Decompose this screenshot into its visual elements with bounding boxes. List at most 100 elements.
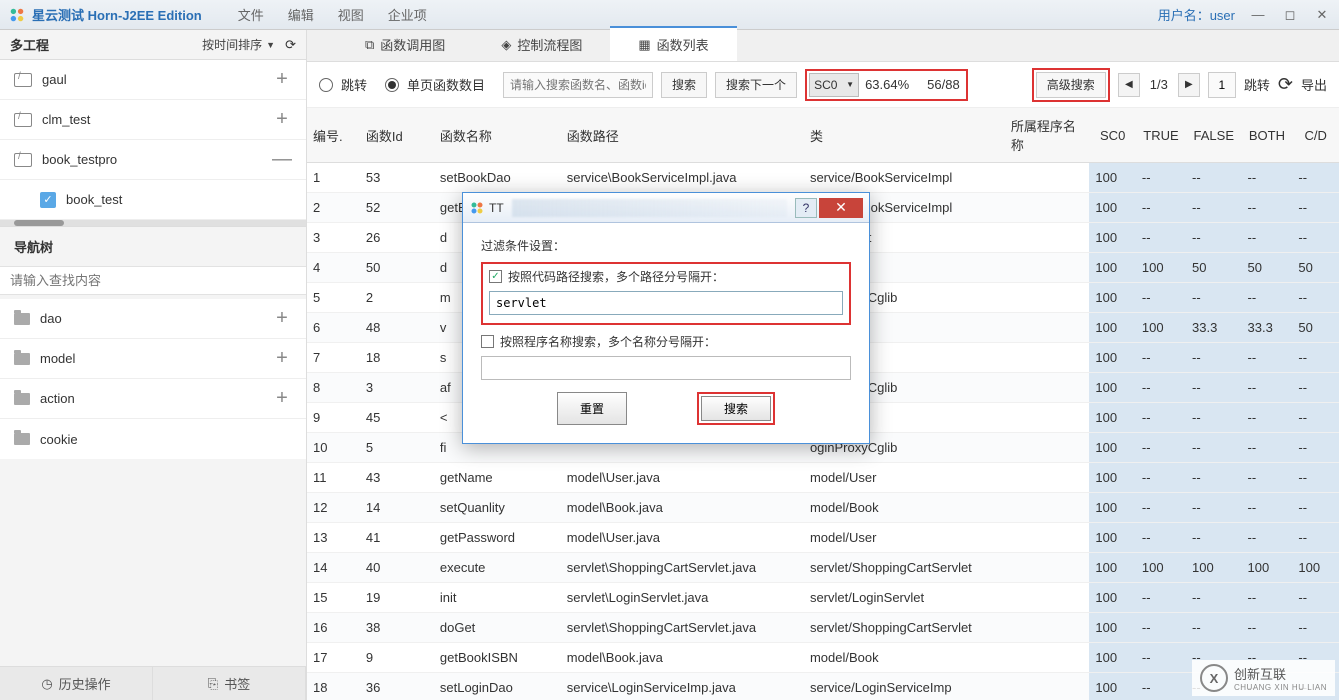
reset-button[interactable]: 重置 bbox=[557, 392, 627, 425]
tree-item[interactable]: dao + bbox=[0, 299, 306, 339]
col-num[interactable]: 编号. bbox=[307, 108, 360, 163]
adv-search-highlight: 高级搜索 bbox=[1032, 68, 1110, 102]
dialog-search-button[interactable]: 搜索 bbox=[701, 396, 771, 421]
project-icon bbox=[14, 153, 32, 167]
folder-icon bbox=[14, 433, 30, 445]
table-row[interactable]: 1341getPasswordmodel\User.javamodel/User… bbox=[307, 523, 1339, 553]
search-button[interactable]: 搜索 bbox=[661, 72, 707, 98]
navtree-title: 导航树 bbox=[0, 226, 306, 262]
tree-label: action bbox=[40, 391, 75, 406]
col-path[interactable]: 函数路径 bbox=[561, 108, 804, 163]
adv-search-button[interactable]: 高级搜索 bbox=[1036, 72, 1106, 98]
dialog-help-button[interactable]: ? bbox=[795, 198, 817, 218]
sc-highlight: SC0▼ 63.64% 56/88 bbox=[805, 69, 968, 101]
scrollbar[interactable] bbox=[0, 220, 306, 226]
page-next-button[interactable]: ▶ bbox=[1178, 73, 1200, 97]
table-row[interactable]: 1440executeservlet\ShoppingCartServlet.j… bbox=[307, 553, 1339, 583]
expand-icon[interactable]: + bbox=[272, 68, 292, 91]
col-sc0[interactable]: SC0 bbox=[1089, 108, 1136, 163]
title-right: 用户名：user — ◻ ✕ bbox=[1158, 5, 1331, 24]
menu-project[interactable]: 企业项 bbox=[376, 5, 439, 24]
radio-perpage[interactable] bbox=[385, 78, 399, 92]
col-id[interactable]: 函数Id bbox=[360, 108, 434, 163]
multiproject-header: 多工程 按时间排序▼ ⟳ bbox=[0, 30, 306, 60]
sc-select[interactable]: SC0▼ bbox=[809, 73, 859, 97]
col-both[interactable]: BOTH bbox=[1242, 108, 1293, 163]
sort-dropdown[interactable]: 按时间排序▼ bbox=[202, 36, 275, 53]
menu-file[interactable]: 文件 bbox=[226, 5, 276, 24]
path-search-input[interactable] bbox=[489, 291, 843, 315]
minimize-icon[interactable]: — bbox=[1249, 8, 1267, 22]
subproject-item[interactable]: ✓ book_test bbox=[0, 180, 306, 220]
watermark-logo-icon: X bbox=[1200, 664, 1228, 692]
tree-item[interactable]: action + bbox=[0, 379, 306, 419]
maximize-icon[interactable]: ◻ bbox=[1281, 8, 1299, 22]
tab-history[interactable]: ◷历史操作 bbox=[0, 667, 153, 700]
table-row[interactable]: 1519initservlet\LoginServlet.javaservlet… bbox=[307, 583, 1339, 613]
tree-item[interactable]: model+ bbox=[0, 339, 306, 379]
expand-icon[interactable]: + bbox=[272, 347, 292, 370]
pager: ◀ 1/3 ▶ bbox=[1118, 73, 1200, 97]
program-checkbox[interactable] bbox=[481, 335, 494, 348]
project-item[interactable]: book_testpro— bbox=[0, 140, 306, 180]
dialog-titlebar[interactable]: TT ? ✕ bbox=[463, 193, 869, 223]
user-label: 用户名：user bbox=[1158, 5, 1235, 24]
radio-jump[interactable] bbox=[319, 78, 333, 92]
col-program[interactable]: 所属程序名称 bbox=[1005, 108, 1090, 163]
expand-icon[interactable]: + bbox=[272, 307, 292, 330]
tree-item[interactable]: cookie bbox=[0, 419, 306, 459]
search-next-button[interactable]: 搜索下一个 bbox=[715, 72, 797, 98]
close-icon[interactable]: ✕ bbox=[1313, 8, 1331, 22]
refresh-icon[interactable]: ⟳ bbox=[285, 37, 296, 53]
table-row[interactable]: 1836setLoginDaoservice\LoginServiceImp.j… bbox=[307, 673, 1339, 700]
collapse-icon[interactable]: — bbox=[272, 148, 292, 171]
folder-icon bbox=[14, 393, 30, 405]
col-false[interactable]: FALSE bbox=[1186, 108, 1241, 163]
page-prev-button[interactable]: ◀ bbox=[1118, 73, 1140, 97]
project-item[interactable]: clm_test+ bbox=[0, 100, 306, 140]
jump-button[interactable]: 跳转 bbox=[1244, 75, 1270, 94]
chevron-down-icon: ▼ bbox=[846, 80, 854, 89]
path-checkbox[interactable]: ✓ bbox=[489, 270, 502, 283]
navtree-search-input[interactable] bbox=[0, 266, 306, 295]
page-input[interactable] bbox=[1208, 72, 1236, 98]
menu-view[interactable]: 视图 bbox=[326, 5, 376, 24]
program-search-checkbox-row: 按照程序名称搜索，多个名称分号隔开： bbox=[481, 333, 851, 350]
dialog-buttons: 重置 搜索 bbox=[481, 392, 851, 425]
col-cd[interactable]: C/D bbox=[1292, 108, 1339, 163]
col-name[interactable]: 函数名称 bbox=[434, 108, 561, 163]
expand-icon[interactable]: + bbox=[272, 387, 292, 410]
export-button[interactable]: 导出 bbox=[1301, 75, 1327, 94]
col-true[interactable]: TRUE bbox=[1136, 108, 1186, 163]
tree-label: dao bbox=[40, 311, 62, 326]
table-row[interactable]: 153setBookDaoservice\BookServiceImpl.jav… bbox=[307, 163, 1339, 193]
refresh-icon[interactable]: ⟳ bbox=[1278, 74, 1293, 95]
tab-bookmark[interactable]: ⎘书签 bbox=[153, 667, 306, 700]
program-search-input[interactable] bbox=[481, 356, 851, 380]
tab-flowchart[interactable]: ◈控制流程图 bbox=[473, 28, 610, 61]
watermark: X 创新互联CHUANG XIN HU LIAN bbox=[1192, 660, 1335, 696]
check-icon: ✓ bbox=[40, 192, 56, 208]
sc-ratio: 56/88 bbox=[927, 77, 960, 92]
table-row[interactable]: 1214setQuanlitymodel\Book.javamodel/Book… bbox=[307, 493, 1339, 523]
table-row[interactable]: 1638doGetservlet\ShoppingCartServlet.jav… bbox=[307, 613, 1339, 643]
program-checkbox-label: 按照程序名称搜索，多个名称分号隔开： bbox=[500, 333, 716, 350]
table-row[interactable]: 1143getNamemodel\User.javamodel/User100-… bbox=[307, 463, 1339, 493]
project-item[interactable]: gaul+ bbox=[0, 60, 306, 100]
dialog-title-blur bbox=[512, 199, 787, 217]
page-indicator: 1/3 bbox=[1144, 77, 1174, 92]
app-title: 星云测试 Horn-J2EE Edition bbox=[32, 5, 202, 24]
expand-icon[interactable]: + bbox=[272, 108, 292, 131]
col-class[interactable]: 类 bbox=[804, 108, 1005, 163]
search-input[interactable] bbox=[503, 72, 653, 98]
toolbar: 跳转 单页函数数目 搜索 搜索下一个 SC0▼ 63.64% 56/88 高级搜… bbox=[307, 62, 1339, 108]
dialog-close-button[interactable]: ✕ bbox=[819, 198, 863, 218]
bottom-tabs: ◷历史操作 ⎘书签 bbox=[0, 666, 306, 700]
path-search-highlight: ✓ 按照代码路径搜索，多个路径分号隔开： bbox=[481, 262, 851, 325]
table-row[interactable]: 179getBookISBNmodel\Book.javamodel/Book1… bbox=[307, 643, 1339, 673]
menu-edit[interactable]: 编辑 bbox=[276, 5, 326, 24]
subproject-name: book_test bbox=[66, 192, 122, 207]
tab-callgraph[interactable]: ⧉函数调用图 bbox=[337, 28, 473, 61]
tree-label: cookie bbox=[40, 432, 78, 447]
tab-funclist[interactable]: ▦函数列表 bbox=[610, 26, 736, 61]
